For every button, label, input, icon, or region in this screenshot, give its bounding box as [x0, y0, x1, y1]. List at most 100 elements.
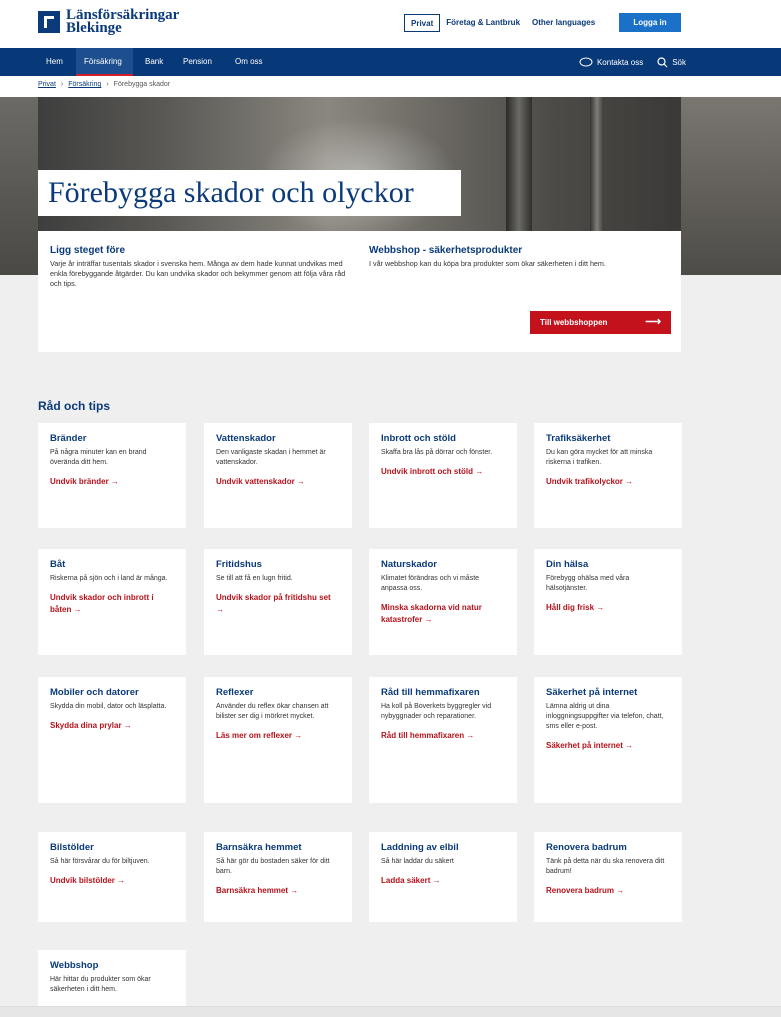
card-trafiksakerhet[interactable]: Trafiksäkerhet Du kan göra mycket för at… — [534, 423, 682, 528]
search-link[interactable]: Sök — [657, 56, 686, 68]
top-header: Länsförsäkringar Blekinge Privat Företag… — [0, 0, 781, 46]
other-languages-link[interactable]: Other languages — [526, 14, 601, 32]
card-link[interactable]: Undvik trafikolyckor → — [546, 476, 670, 488]
page-footer-edge — [0, 1006, 781, 1017]
card-text: Använder du reflex ökar chansen att bili… — [216, 703, 329, 720]
card-text: Den vanligaste skadan i hemmet är vatten… — [216, 449, 326, 466]
card-link[interactable]: Ladda säkert → — [381, 875, 505, 887]
section-title: Råd och tips — [38, 399, 111, 413]
card-title: Råd till hemmafixaren — [381, 687, 480, 698]
logo-line2: Blekinge — [66, 20, 122, 36]
card-bat[interactable]: Båt Riskerna på sjön och i land är många… — [38, 549, 186, 655]
card-bilstolder[interactable]: Bilstölder Så här försvårar du för biltj… — [38, 832, 186, 922]
card-title: Trafiksäkerhet — [546, 433, 611, 444]
logo-icon — [38, 11, 60, 33]
hero-image-right — [681, 97, 781, 275]
segment-foretag[interactable]: Företag & Lantbruk — [440, 14, 526, 32]
card-link[interactable]: Säkerhet på internet → — [546, 740, 670, 752]
card-text: Skaffa bra lås på dörrar och fönster. — [381, 449, 493, 456]
card-title: Barnsäkra hemmet — [216, 842, 302, 853]
card-title: Vattenskador — [216, 433, 276, 444]
card-text: Tänk på detta när du ska renovera ditt b… — [546, 858, 665, 875]
nav-om-oss[interactable]: Om oss — [235, 48, 263, 76]
intro-right-text: I vår webbshop kan du köpa bra produkter… — [369, 259, 606, 268]
breadcrumb: Privat › Försäkring › Förebygga skador — [38, 81, 170, 88]
login-button[interactable]: Logga in — [619, 13, 681, 32]
card-link[interactable]: Läs mer om reflexer → — [216, 730, 340, 742]
contact-label: Kontakta oss — [596, 57, 644, 67]
card-title: Reflexer — [216, 687, 254, 698]
page-title: Förebygga skador och olyckor — [38, 170, 461, 216]
intro-right-title: Webbshop - säkerhetsprodukter — [369, 245, 523, 256]
card-text: Se till att få en lugn fritid. — [216, 575, 293, 582]
main-nav: Hem Försäkring Bank Pension Om oss Konta… — [0, 48, 781, 76]
card-title: Bränder — [50, 433, 87, 444]
segment-links: Privat Företag & Lantbruk Other language… — [404, 14, 601, 32]
nav-pension[interactable]: Pension — [183, 48, 212, 76]
card-link[interactable]: Undvik skador på fritidshu set → — [216, 592, 340, 616]
card-text: Så här gör du bostaden säker för ditt ba… — [216, 858, 330, 875]
card-elbil[interactable]: Laddning av elbil Så här laddar du säker… — [369, 832, 517, 922]
card-text: Här hittar du produkter som ökar säkerhe… — [50, 976, 151, 993]
webshop-button-label: Till webbshoppen — [540, 318, 608, 327]
card-text: Så här försvårar du för biltjuven. — [50, 858, 150, 865]
webshop-button[interactable]: Till webbshoppen ⟶ — [530, 311, 671, 334]
breadcrumb-forsakring[interactable]: Försäkring — [68, 81, 101, 88]
breadcrumb-current: Förebygga skador — [113, 81, 171, 88]
search-icon — [657, 56, 668, 67]
card-inbrott[interactable]: Inbrott och stöld Skaffa bra lås på dörr… — [369, 423, 517, 528]
card-fritidshus[interactable]: Fritidshus Se till att få en lugn fritid… — [204, 549, 352, 655]
card-link[interactable]: Råd till hemmafixaren → — [381, 730, 505, 742]
card-brander[interactable]: Bränder På några minuter kan en brand öv… — [38, 423, 186, 528]
card-link[interactable]: Håll dig frisk → — [546, 602, 670, 614]
card-mobiler[interactable]: Mobiler och datorer Skydda din mobil, da… — [38, 677, 186, 803]
card-title: Din hälsa — [546, 559, 589, 570]
card-link[interactable]: Skydda dina prylar → — [50, 720, 174, 732]
card-title: Bilstölder — [50, 842, 94, 853]
card-link[interactable]: Undvik bränder → — [50, 476, 174, 488]
card-text: Skydda din mobil, dator och läsplatta. — [50, 703, 167, 710]
contact-link[interactable]: Kontakta oss — [579, 57, 643, 67]
card-badrum[interactable]: Renovera badrum Tänk på detta när du ska… — [534, 832, 682, 922]
card-title: Säkerhet på internet — [546, 687, 638, 698]
arrow-right-icon: ⟶ — [645, 316, 661, 328]
card-title: Fritidshus — [216, 559, 262, 570]
card-link[interactable]: Barnsäkra hemmet → — [216, 885, 340, 897]
breadcrumb-separator-icon: › — [106, 81, 109, 88]
card-text: Lämna aldrig ut dina inloggningsuppgifte… — [546, 703, 664, 730]
nav-forsakring[interactable]: Försäkring — [76, 48, 133, 76]
intro-box: Ligg steget före Varje år inträffar tuse… — [38, 231, 681, 352]
chat-icon — [579, 57, 593, 67]
card-vattenskador[interactable]: Vattenskador Den vanligaste skadan i hem… — [204, 423, 352, 528]
card-title: Naturskador — [381, 559, 437, 570]
card-link[interactable]: Undvik bilstölder → — [50, 875, 174, 887]
card-link[interactable]: Undvik vattenskador → — [216, 476, 340, 488]
logo[interactable]: Länsförsäkringar Blekinge — [38, 8, 179, 36]
card-reflexer[interactable]: Reflexer Använder du reflex ökar chansen… — [204, 677, 352, 803]
card-link[interactable]: Undvik inbrott och stöld → — [381, 466, 505, 478]
card-title: Mobiler och datorer — [50, 687, 139, 698]
nav-bank[interactable]: Bank — [145, 48, 163, 76]
card-barnsakra[interactable]: Barnsäkra hemmet Så här gör du bostaden … — [204, 832, 352, 922]
card-link[interactable]: Minska skadorna vid natur katastrofer → — [381, 602, 505, 626]
card-internet[interactable]: Säkerhet på internet Lämna aldrig ut din… — [534, 677, 682, 803]
card-text: Förebygg ohälsa med våra hälsotjänster. — [546, 575, 630, 592]
card-text: På några minuter kan en brand överända d… — [50, 449, 147, 466]
breadcrumb-privat[interactable]: Privat — [38, 81, 56, 88]
card-naturskador[interactable]: Naturskador Klimatet förändras och vi må… — [369, 549, 517, 655]
card-hemmafixaren[interactable]: Råd till hemmafixaren Ha koll på Boverke… — [369, 677, 517, 803]
nav-hem[interactable]: Hem — [46, 48, 72, 76]
card-webbshop[interactable]: Webbshop Här hittar du produkter som öka… — [38, 950, 186, 1006]
card-title: Laddning av elbil — [381, 842, 459, 853]
card-text: Klimatet förändras och vi måste anpassa … — [381, 575, 480, 592]
card-din-halsa[interactable]: Din hälsa Förebygg ohälsa med våra hälso… — [534, 549, 682, 655]
card-title: Båt — [50, 559, 66, 570]
card-link[interactable]: Undvik skador och inbrott i båten → — [50, 592, 174, 616]
card-title: Webbshop — [50, 960, 99, 971]
breadcrumb-separator-icon: › — [60, 81, 64, 88]
card-title: Renovera badrum — [546, 842, 627, 853]
hero-image-left — [0, 97, 38, 275]
card-link[interactable]: Renovera badrum → — [546, 885, 670, 897]
segment-privat[interactable]: Privat — [404, 14, 441, 32]
card-text: Så här laddar du säkert — [381, 858, 454, 865]
